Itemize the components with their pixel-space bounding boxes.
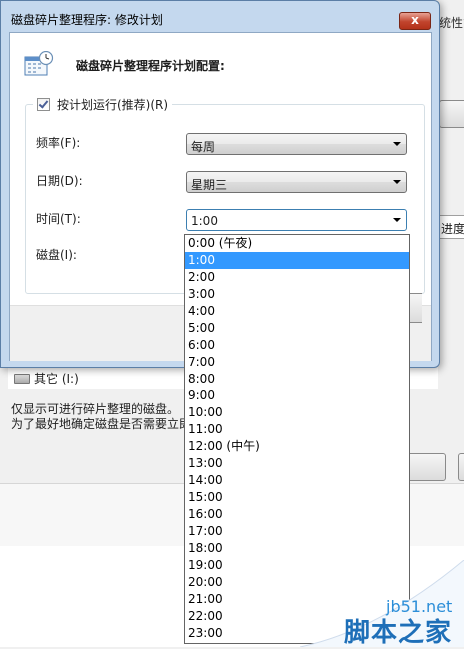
time-select[interactable]: 1:00 [186, 209, 407, 231]
dropdown-option[interactable]: 4:00 [185, 303, 409, 320]
day-select[interactable]: 星期三 [186, 171, 407, 193]
chevron-down-icon [393, 180, 401, 184]
close-button[interactable]: x [399, 12, 431, 30]
dialog-titlebar[interactable]: 磁盘碎片整理程序: 修改计划 x [1, 1, 439, 31]
dropdown-option[interactable]: 2:00 [185, 269, 409, 286]
day-label: 日期(D): [36, 174, 83, 188]
time-label: 时间(T): [36, 212, 81, 226]
dialog-title: 磁盘碎片整理程序: 修改计划 [11, 13, 163, 27]
parent-title-fragment: 统性能 [439, 16, 464, 30]
watermark-name: 脚本之家 [344, 618, 453, 648]
drive-icon [14, 373, 30, 384]
dropdown-option[interactable]: 10:00 [185, 404, 409, 421]
dropdown-option[interactable]: 13:00 [185, 455, 409, 472]
dropdown-option[interactable]: 15:00 [185, 489, 409, 506]
frequency-value: 每周 [191, 140, 216, 154]
dropdown-option[interactable]: 7:00 [185, 354, 409, 371]
disk-label: 磁盘(I): [36, 248, 77, 262]
schedule-checkbox-label: 按计划运行(推荐)(R) [57, 98, 169, 112]
dropdown-option[interactable]: 17:00 [185, 523, 409, 540]
dropdown-option[interactable]: 8:00 [185, 371, 409, 388]
dropdown-option[interactable]: 9:00 [185, 387, 409, 404]
dropdown-option[interactable]: 0:00 (午夜) [185, 235, 409, 252]
dropdown-option[interactable]: 16:00 [185, 506, 409, 523]
dropdown-option[interactable]: 3:00 [185, 286, 409, 303]
schedule-checkbox[interactable] [37, 98, 50, 111]
drive-label: 其它 (I:) [34, 372, 79, 386]
progress-column-header: 进度 [436, 215, 464, 239]
list-item[interactable]: 其它 (I:) [14, 370, 79, 387]
dropdown-option[interactable]: 5:00 [185, 320, 409, 337]
info-text-2: 为了最好地确定磁盘是否需要立即 [11, 417, 192, 431]
dropdown-option[interactable]: 18:00 [185, 540, 409, 557]
dialog-header: 磁盘碎片整理程序计划配置: [76, 59, 225, 73]
chevron-down-icon [393, 218, 401, 222]
dropdown-option[interactable]: 12:00 (中午) [185, 438, 409, 455]
dropdown-option[interactable]: 14:00 [185, 472, 409, 489]
dropdown-option[interactable]: 6:00 [185, 337, 409, 354]
close-icon: x [411, 13, 419, 27]
dropdown-option[interactable]: 11:00 [185, 421, 409, 438]
calendar-clock-icon [24, 51, 54, 76]
frequency-select[interactable]: 每周 [186, 133, 407, 155]
chevron-down-icon [393, 142, 401, 146]
schedule-checkbox-row[interactable]: 按计划运行(推荐)(R) [33, 96, 173, 113]
parent-button-top[interactable] [439, 100, 464, 128]
day-value: 星期三 [191, 178, 228, 192]
parent-action-button-2[interactable] [458, 453, 464, 481]
dropdown-option[interactable]: 1:00 [185, 251, 409, 269]
time-value: 1:00 [191, 214, 218, 228]
frequency-label: 频率(F): [36, 136, 81, 150]
